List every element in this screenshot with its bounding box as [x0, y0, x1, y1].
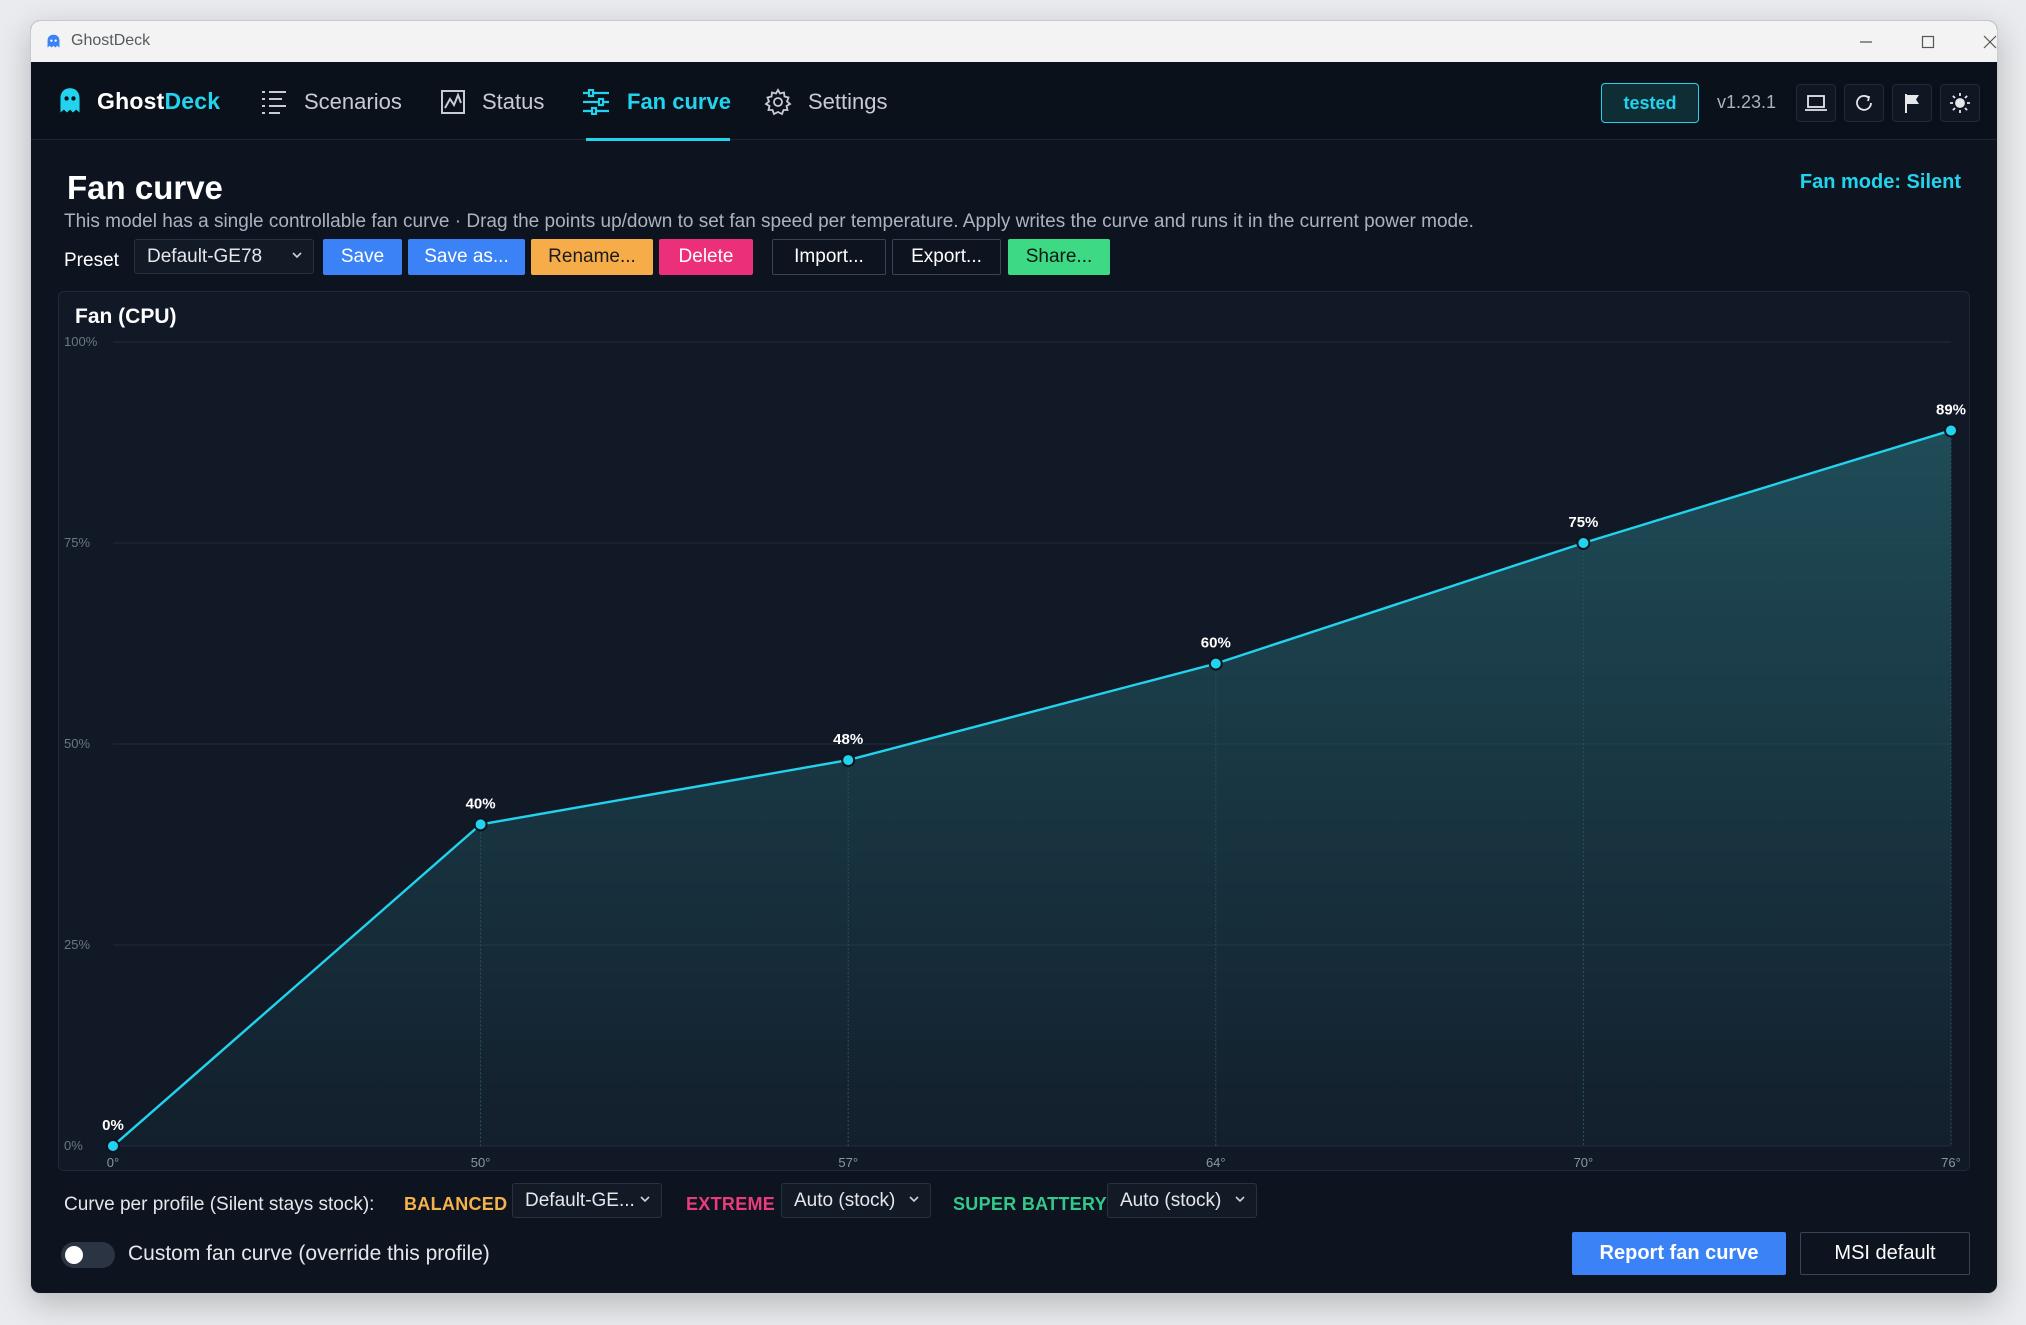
tab-fan-curve-label: Fan curve: [627, 89, 731, 114]
title-bar: GhostDeck: [31, 21, 1997, 62]
report-fan-curve-button[interactable]: Report fan curve: [1572, 1232, 1786, 1275]
chevron-down-icon: [640, 1196, 650, 1203]
point-value-label: 89%: [1936, 401, 1966, 418]
brand-name-ghost: Ghost: [97, 87, 165, 114]
curve-point[interactable]: [1208, 656, 1223, 671]
custom-fan-curve-toggle[interactable]: [61, 1242, 115, 1268]
refresh-button[interactable]: [1844, 84, 1884, 122]
laptop-button[interactable]: [1796, 84, 1836, 122]
fan-mode-status: Fan mode: Silent: [1799, 171, 1961, 193]
brand[interactable]: GhostDeck: [57, 84, 220, 118]
active-tab-indicator: [586, 138, 730, 141]
theme-button[interactable]: [1940, 84, 1980, 122]
point-value-label: 60%: [1201, 635, 1231, 652]
point-value-label: 40%: [466, 795, 496, 812]
close-icon: [1983, 35, 1997, 49]
list-icon: [262, 91, 286, 114]
profile-super-battery-label: SUPER BATTERY: [953, 1194, 1107, 1214]
export-button[interactable]: Export...: [892, 239, 1001, 275]
tab-status[interactable]: Status: [440, 82, 544, 122]
brand-name-deck: Deck: [164, 87, 221, 114]
balanced-curve-select[interactable]: Default-GE...: [512, 1183, 662, 1218]
x-tick-label: 70°: [1574, 1155, 1594, 1170]
app-bar: GhostDeck Scenarios Status Fan curve Set…: [31, 62, 1997, 141]
curve-point[interactable]: [473, 817, 488, 832]
minimize-button[interactable]: [1835, 25, 1897, 59]
minimize-icon: [1860, 41, 1872, 43]
tab-settings[interactable]: Settings: [764, 82, 888, 122]
y-tick-label: 75%: [64, 535, 90, 550]
window-title: GhostDeck: [71, 32, 151, 49]
balanced-curve-value: Default-GE...: [525, 1189, 635, 1211]
tab-scenarios[interactable]: Scenarios: [260, 82, 402, 122]
tested-badge: tested: [1601, 83, 1699, 123]
y-tick-label: 25%: [64, 937, 90, 952]
page-title: Fan curve: [67, 169, 223, 206]
ghost-logo-icon: [60, 88, 80, 113]
tab-scenarios-label: Scenarios: [304, 89, 402, 114]
x-tick-label: 50°: [471, 1155, 491, 1170]
chart-icon: [441, 90, 465, 114]
msi-default-button[interactable]: MSI default: [1800, 1232, 1970, 1275]
version-label: v1.23.1: [1717, 92, 1777, 112]
save-as-button[interactable]: Save as...: [408, 239, 525, 275]
curve-area: [113, 430, 1951, 1146]
tab-status-label: Status: [482, 89, 545, 114]
profile-extreme-label: EXTREME: [686, 1194, 776, 1214]
chevron-down-icon: [909, 1196, 919, 1203]
curve-point[interactable]: [841, 753, 856, 768]
toggle-knob: [65, 1246, 83, 1264]
fan-curve-chart-card: Fan (CPU) 0% 25% 50% 75% 100% 0° 50° 57° 64° 70° 7…: [58, 291, 1970, 1171]
preset-select-value: Default-GE78: [147, 245, 263, 267]
save-button[interactable]: Save: [323, 239, 402, 275]
flag-icon: [1905, 94, 1919, 113]
curve-point[interactable]: [106, 1139, 120, 1153]
refresh-icon: [1856, 94, 1872, 111]
x-tick-label: 64°: [1206, 1155, 1226, 1170]
app-window: GhostDeck GhostDeck Scenarios Status Fan…: [30, 20, 1998, 1294]
x-tick-label: 0°: [107, 1155, 119, 1170]
x-tick-label: 76°: [1941, 1155, 1961, 1170]
tab-fan-curve[interactable]: Fan curve: [581, 82, 731, 122]
maximize-button[interactable]: [1897, 25, 1959, 59]
import-button[interactable]: Import...: [772, 239, 886, 275]
profile-balanced-label: BALANCED: [404, 1194, 508, 1214]
y-tick-label: 50%: [64, 736, 90, 751]
x-tick-label: 57°: [838, 1155, 858, 1170]
curve-point[interactable]: [1944, 423, 1958, 438]
y-tick-label: 100%: [64, 334, 98, 349]
super-battery-curve-select[interactable]: Auto (stock): [1107, 1183, 1257, 1218]
tab-settings-label: Settings: [808, 89, 888, 114]
preset-select[interactable]: Default-GE78: [134, 239, 314, 274]
profile-curve-label: Curve per profile (Silent stays stock):: [64, 1194, 375, 1215]
sliders-icon: [583, 89, 609, 115]
curve-point[interactable]: [1576, 536, 1591, 550]
ghost-app-icon: [47, 34, 60, 48]
flag-button[interactable]: [1892, 84, 1932, 122]
page-subtitle: This model has a single controllable fan…: [64, 211, 1474, 232]
maximize-icon: [1921, 35, 1935, 49]
gear-icon: [764, 88, 792, 116]
super-battery-curve-value: Auto (stock): [1120, 1189, 1222, 1211]
point-value-label: 48%: [833, 731, 863, 748]
extreme-curve-select[interactable]: Auto (stock): [781, 1183, 931, 1218]
fan-curve-chart[interactable]: 0% 25% 50% 75% 100% 0° 50° 57° 64° 70° 76° 0% 40% 48%…: [59, 292, 1971, 1172]
chevron-down-icon: [292, 252, 302, 259]
laptop-icon: [1805, 95, 1827, 111]
share-button[interactable]: Share...: [1008, 239, 1110, 275]
custom-fan-curve-label: Custom fan curve (override this profile): [128, 1242, 490, 1265]
y-tick-label: 0%: [64, 1138, 83, 1153]
sun-icon: [1950, 93, 1970, 113]
delete-button[interactable]: Delete: [659, 239, 753, 275]
chevron-down-icon: [1235, 1196, 1245, 1203]
extreme-curve-value: Auto (stock): [794, 1189, 896, 1211]
preset-label: Preset: [64, 250, 119, 271]
point-value-label: 0%: [102, 1117, 124, 1134]
point-value-label: 75%: [1568, 514, 1598, 531]
close-button[interactable]: [1959, 25, 1997, 59]
rename-button[interactable]: Rename...: [531, 239, 653, 275]
